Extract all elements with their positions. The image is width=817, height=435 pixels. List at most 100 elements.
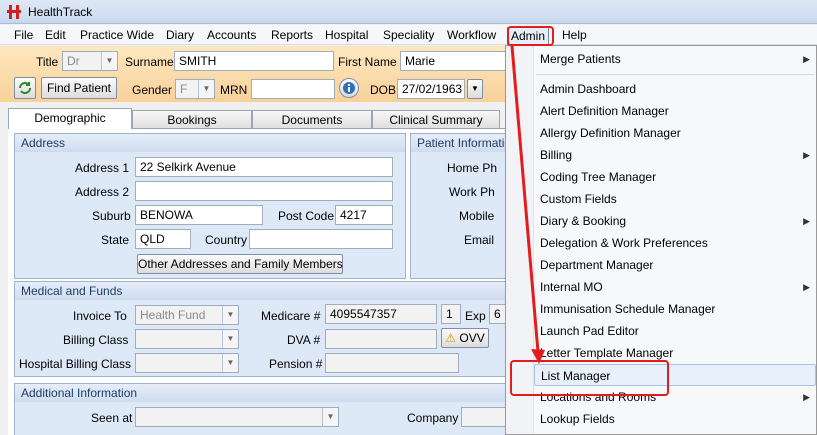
dob-picker-button[interactable]: ▼ bbox=[467, 79, 483, 99]
tab-clinical-summary[interactable]: Clinical Summary bbox=[372, 110, 500, 129]
find-patient-button[interactable]: Find Patient bbox=[41, 77, 117, 99]
submenu-arrow-icon: ▶ bbox=[803, 216, 810, 226]
refresh-icon bbox=[19, 82, 31, 94]
tab-demographic[interactable]: Demographic bbox=[8, 108, 132, 129]
submenu-arrow-icon: ▶ bbox=[803, 54, 810, 64]
dob-label: DOB bbox=[370, 83, 397, 97]
menu-speciality[interactable]: Speciality bbox=[380, 27, 437, 45]
patient-tabs: Demographic Bookings Documents Clinical … bbox=[8, 108, 508, 129]
title-value: Dr bbox=[67, 54, 80, 68]
list-manager-highlight bbox=[510, 360, 669, 396]
menu-hospital[interactable]: Hospital bbox=[322, 27, 371, 45]
menu-item-lookup-fields[interactable]: Lookup Fields bbox=[534, 408, 816, 430]
menu-item-billing[interactable]: Billing ▶ bbox=[534, 144, 816, 166]
dob-field[interactable]: 27/02/1963 bbox=[397, 79, 465, 99]
seen-at-select[interactable]: ▼ bbox=[135, 407, 339, 427]
state-field[interactable]: QLD bbox=[135, 229, 191, 249]
menu-reports[interactable]: Reports bbox=[268, 27, 316, 45]
menu-file[interactable]: File bbox=[11, 27, 36, 45]
menu-item-diary-booking[interactable]: Diary & Booking ▶ bbox=[534, 210, 816, 232]
medical-funds-panel: Medical and Funds Invoice To Health Fund… bbox=[14, 281, 520, 377]
suburb-field[interactable]: BENOWA bbox=[135, 205, 263, 225]
menu-diary[interactable]: Diary bbox=[163, 27, 197, 45]
billing-class-label: Billing Class bbox=[63, 333, 129, 347]
invoice-to-select[interactable]: Health Fund ▼ bbox=[135, 305, 239, 325]
pension-label: Pension # bbox=[269, 357, 323, 371]
warning-icon: ⚠ bbox=[445, 331, 457, 345]
menu-item-launch-pad-editor[interactable]: Launch Pad Editor bbox=[534, 320, 816, 342]
additional-info-header: Additional Information bbox=[15, 384, 519, 402]
additional-info-panel: Additional Information Seen at ▼ Company bbox=[14, 383, 520, 435]
tab-bookings[interactable]: Bookings bbox=[132, 110, 252, 129]
invoice-to-label: Invoice To bbox=[73, 309, 127, 323]
menu-practice-wide[interactable]: Practice Wide bbox=[77, 27, 157, 45]
menu-item-custom-fields[interactable]: Custom Fields bbox=[534, 188, 816, 210]
gender-value: F bbox=[180, 82, 188, 96]
suburb-label: Suburb bbox=[92, 209, 131, 223]
billing-class-select[interactable]: ▼ bbox=[135, 329, 239, 349]
menu-accounts[interactable]: Accounts bbox=[204, 27, 259, 45]
chevron-down-icon: ▼ bbox=[198, 80, 214, 98]
menu-item-allergy-definition-manager[interactable]: Allergy Definition Manager bbox=[534, 122, 816, 144]
menu-item-label: Merge Patients bbox=[540, 52, 621, 66]
ovv-button[interactable]: ⚠ OVV bbox=[441, 328, 489, 348]
patient-info-panel: Patient Informatio Home Ph Work Ph Mobil… bbox=[410, 133, 520, 279]
surname-field[interactable]: SMITH bbox=[174, 51, 334, 71]
postcode-field[interactable]: 4217 bbox=[335, 205, 393, 225]
work-phone-label: Work Ph bbox=[449, 185, 495, 199]
menu-item-merge-patients[interactable]: Merge Patients ▶ bbox=[534, 48, 816, 70]
submenu-arrow-icon: ▶ bbox=[803, 282, 810, 292]
title-label: Title bbox=[36, 55, 59, 69]
company-label: Company bbox=[407, 411, 459, 425]
mobile-label: Mobile bbox=[459, 209, 495, 223]
menu-item-alert-definition-manager[interactable]: Alert Definition Manager bbox=[534, 100, 816, 122]
info-button[interactable] bbox=[339, 78, 359, 98]
invoice-to-value: Health Fund bbox=[140, 308, 206, 322]
menu-item-immunisation-schedule-manager[interactable]: Immunisation Schedule Manager bbox=[534, 298, 816, 320]
dva-label: DVA # bbox=[287, 333, 321, 347]
gender-select[interactable]: F ▼ bbox=[175, 79, 215, 99]
chevron-down-icon: ▼ bbox=[222, 330, 238, 348]
submenu-arrow-icon: ▶ bbox=[803, 150, 810, 160]
surname-label: Surname bbox=[125, 55, 174, 69]
patient-info-header: Patient Informatio bbox=[411, 134, 519, 152]
menu-item-department-manager[interactable]: Department Manager bbox=[534, 254, 816, 276]
firstname-label: First Name bbox=[338, 55, 397, 69]
menu-item-admin-dashboard[interactable]: Admin Dashboard bbox=[534, 78, 816, 100]
dva-field[interactable] bbox=[325, 329, 437, 349]
firstname-field[interactable]: Marie bbox=[400, 51, 510, 71]
state-label: State bbox=[101, 233, 130, 247]
other-addresses-button[interactable]: Other Addresses and Family Members bbox=[137, 254, 343, 274]
hospital-billing-class-select[interactable]: ▼ bbox=[135, 353, 239, 373]
menu-bar: File Edit Practice Wide Diary Accounts R… bbox=[0, 25, 817, 45]
pension-field[interactable] bbox=[325, 353, 459, 373]
app-title: HealthTrack bbox=[28, 5, 93, 19]
email-label: Email bbox=[464, 233, 495, 247]
medicare-irn-field[interactable]: 1 bbox=[441, 304, 461, 324]
refresh-button[interactable] bbox=[14, 77, 36, 99]
chevron-down-icon: ▼ bbox=[322, 408, 338, 426]
address1-field[interactable]: 22 Selkirk Avenue bbox=[135, 157, 393, 177]
ovv-label: OVV bbox=[459, 331, 485, 345]
submenu-arrow-icon: ▶ bbox=[803, 392, 810, 402]
mrn-field[interactable] bbox=[251, 79, 335, 99]
menu-item-delegation-work-preferences[interactable]: Delegation & Work Preferences bbox=[534, 232, 816, 254]
address-panel: Address Address 1 22 Selkirk Avenue Addr… bbox=[14, 133, 406, 279]
medicare-field[interactable]: 4095547357 bbox=[325, 304, 437, 324]
menu-item-label: Billing bbox=[540, 148, 573, 162]
menu-separator bbox=[536, 74, 814, 75]
tab-documents[interactable]: Documents bbox=[252, 110, 372, 129]
medical-funds-header: Medical and Funds bbox=[15, 282, 519, 300]
healthtrack-logo-icon bbox=[7, 5, 21, 19]
menu-item-internal-mo[interactable]: Internal MO ▶ bbox=[534, 276, 816, 298]
title-select[interactable]: Dr ▼ bbox=[62, 51, 118, 71]
menu-edit[interactable]: Edit bbox=[42, 27, 69, 45]
menu-workflow[interactable]: Workflow bbox=[444, 27, 499, 45]
address2-field[interactable] bbox=[135, 181, 393, 201]
country-field[interactable] bbox=[249, 229, 393, 249]
menu-help[interactable]: Help bbox=[559, 27, 590, 45]
gender-label: Gender bbox=[132, 83, 173, 97]
menu-item-coding-tree-manager[interactable]: Coding Tree Manager bbox=[534, 166, 816, 188]
title-bar: HealthTrack bbox=[0, 0, 817, 24]
country-label: Country bbox=[205, 233, 248, 247]
